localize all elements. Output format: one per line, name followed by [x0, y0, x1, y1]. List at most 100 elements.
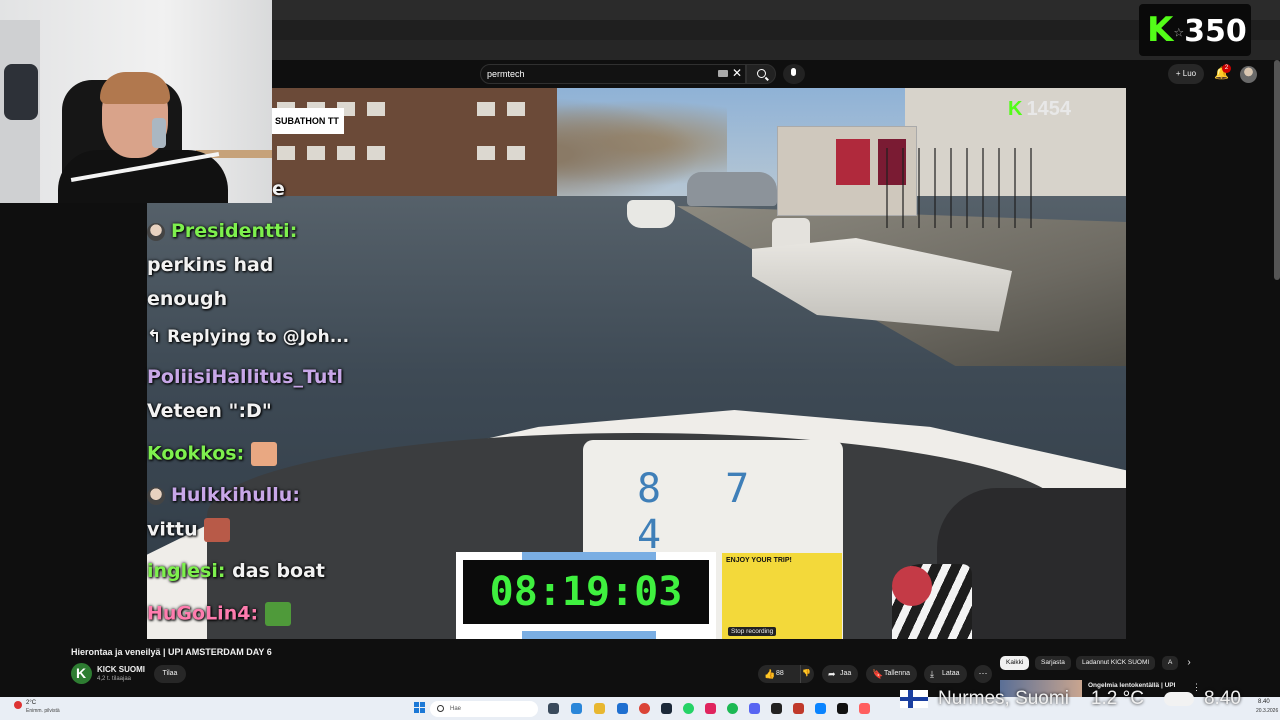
webcam-overlay [0, 0, 272, 203]
thumbs-down-icon[interactable]: 👎 [802, 665, 811, 683]
microphone-icon[interactable] [783, 64, 805, 84]
obs-icon[interactable] [771, 703, 782, 714]
kick-viewer-count-small: K 1454 [1002, 98, 1077, 124]
file-explorer-icon[interactable] [594, 703, 605, 714]
subscriber-count: 4,2 t. tilaajaa [97, 676, 132, 682]
video-bikes [872, 148, 1032, 228]
taskbar-weather-desc: Enimm. pilvistä [26, 708, 60, 714]
video-boat-far [627, 200, 675, 228]
subathon-label: SUBATHON TT [272, 108, 344, 134]
stop-recording-tooltip: Stop recording [728, 627, 777, 636]
app-icon[interactable] [815, 703, 826, 714]
subscribe-button[interactable]: Tilaa [154, 665, 186, 683]
whatsapp-icon[interactable] [683, 703, 694, 714]
video-shoe-toe [892, 566, 932, 606]
chat-message: PoliisiHallitus_Tutl [147, 366, 343, 388]
kick-logo-icon: K [1008, 98, 1023, 120]
video-building-left [267, 88, 557, 203]
app-icon[interactable] [859, 703, 870, 714]
app-icon[interactable] [705, 703, 716, 714]
scrollbar[interactable] [1274, 60, 1280, 280]
share-button[interactable]: ➦ Jaa [822, 665, 859, 683]
timer-bar-top [522, 552, 656, 560]
chat-text: das boat [232, 560, 325, 582]
chat-message: vittu [147, 518, 231, 542]
clear-search-icon[interactable]: ✕ [732, 66, 744, 80]
kick-logo-icon: K [1147, 10, 1174, 50]
chat-fragment: e [272, 178, 285, 200]
kick-viewers-big-value: 350 [1184, 14, 1247, 49]
chat-message: HuGoLin4: [147, 602, 291, 626]
chat-message: inglesi: das boat [147, 560, 325, 582]
download-icon: ⤓ [930, 669, 934, 679]
chat-message: Presidentti: [147, 220, 297, 242]
create-button[interactable]: + Luo [1168, 64, 1204, 84]
emote-icon [204, 518, 231, 542]
subathon-timer: 08:19:03 [456, 552, 716, 639]
bookmark-icon: 🔖 [872, 669, 884, 679]
chat-text: Veteen ":D" [147, 400, 272, 422]
weather-location: Nurmes, Suomi [938, 688, 1069, 709]
search-button[interactable] [746, 64, 776, 84]
save-button[interactable]: 🔖 Tallenna [866, 665, 918, 683]
star-icon: ☆ [1173, 25, 1185, 40]
keyboard-icon[interactable] [718, 70, 728, 77]
weather-overlay: Nurmes, Suomi 1.2 °C 8.40 [900, 688, 1241, 716]
video-player[interactable]: 8 7 4 ENJOY YOUR TRIP! K 1454 SUBATHON TT… [147, 88, 1126, 639]
chip-uploaded-by[interactable]: Ladannut KICK SUOMI [1076, 656, 1156, 670]
share-label: Jaa [840, 670, 852, 677]
taskbar-clock[interactable]: 8.40 [1258, 699, 1270, 705]
timer-bar-bottom [522, 631, 656, 639]
chip-all[interactable]: Kaikki [1000, 656, 1030, 670]
chrome-icon[interactable] [639, 703, 650, 714]
taskbar-date[interactable]: 20.3.2026 [1256, 708, 1278, 714]
taskbar-weather-temp[interactable]: 2°C [26, 700, 36, 706]
chip-series[interactable]: Sarjasta [1035, 656, 1071, 670]
youtube-header [272, 60, 1280, 88]
chat-username: PoliisiHallitus_Tutl [147, 366, 344, 388]
chat-text: enough [147, 288, 228, 310]
channel-avatar[interactable] [71, 663, 92, 684]
search-input[interactable]: permtech [480, 64, 746, 84]
search-icon [757, 69, 766, 78]
chat-username: Presidentti: [171, 220, 298, 242]
timer-value: 08:19:03 [463, 560, 709, 624]
emote-icon [250, 442, 277, 466]
taskbar-search[interactable]: Hae [430, 701, 538, 717]
chat-username: Kookkos: [147, 442, 245, 465]
chat-reply-indicator: ↰ Replying to @Joh... [147, 327, 350, 347]
download-button[interactable]: ⤓ Lataa [924, 665, 967, 683]
chat-username: Hulkkihullu: [171, 484, 300, 506]
discord-icon[interactable] [749, 703, 760, 714]
info-card-text: ENJOY YOUR TRIP! [726, 557, 792, 564]
edge-icon[interactable] [571, 703, 582, 714]
avatar[interactable] [1240, 66, 1257, 83]
boat-number: 8 7 4 [637, 466, 770, 558]
notification-badge: 2 [1222, 64, 1231, 73]
channel-name[interactable]: KICK SUOMI [97, 665, 145, 674]
chip-more[interactable]: A [1162, 656, 1179, 670]
more-actions-icon[interactable]: ⋯ [974, 665, 992, 683]
mail-icon[interactable] [617, 703, 628, 714]
x-icon[interactable] [837, 703, 848, 714]
browser-tab-strip [272, 0, 1280, 20]
windows-start-icon[interactable] [414, 702, 426, 714]
like-count: 88 [776, 670, 784, 677]
finland-flag-icon [900, 689, 928, 708]
search-icon [437, 705, 444, 712]
cloud-icon [1163, 691, 1194, 706]
emote-icon [264, 602, 291, 626]
chat-message: Kookkos: [147, 442, 277, 466]
like-button[interactable]: 👍 88 👎 [758, 665, 814, 683]
weather-temp: 1.2 °C [1090, 688, 1144, 709]
spotify-icon[interactable] [727, 703, 738, 714]
steam-icon[interactable] [661, 703, 672, 714]
video-car [687, 172, 777, 206]
app-icon[interactable] [793, 703, 804, 714]
create-label: Luo [1182, 69, 1197, 78]
kick-viewer-badge: K☆350 [1139, 4, 1251, 56]
task-view-icon[interactable] [548, 703, 559, 714]
weather-icon[interactable] [14, 701, 22, 709]
chat-avatar [147, 222, 165, 241]
chevron-right-icon[interactable]: › [1182, 656, 1196, 670]
